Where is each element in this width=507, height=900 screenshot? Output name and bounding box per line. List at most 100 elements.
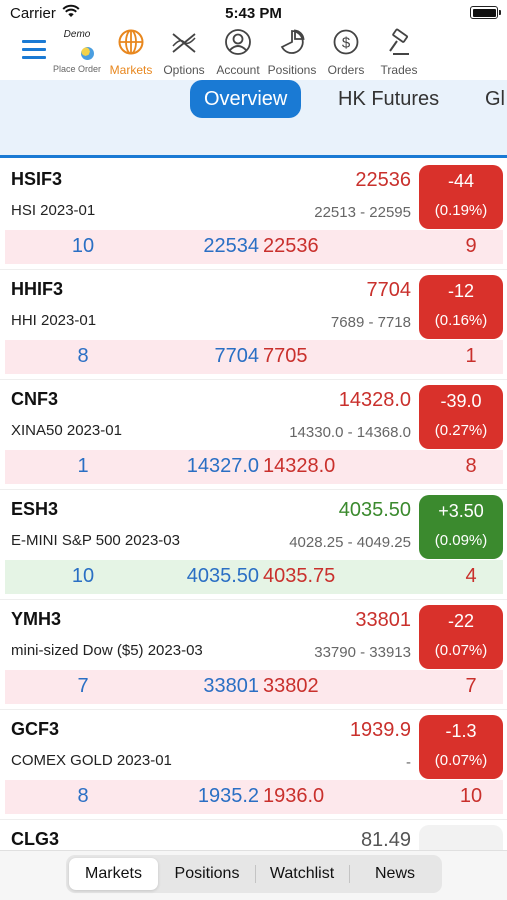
quote-list[interactable]: HSIF3 HSI 2023-01 22536 22513 - 22595 -4…: [0, 160, 507, 850]
toolbar-account[interactable]: Account: [211, 26, 265, 80]
segment-divider: [349, 865, 350, 883]
quote-row-cnf3[interactable]: CNF3 XINA50 2023-01 14328.0 14330.0 - 14…: [0, 380, 507, 490]
bid-price[interactable]: 7704: [215, 345, 260, 368]
bid-qty: 1: [77, 455, 89, 477]
ask-price[interactable]: 4035.75: [263, 565, 335, 588]
ask-qty: 7: [465, 675, 477, 697]
globe-icon: [118, 29, 144, 55]
bid-price[interactable]: 14327.0: [187, 455, 259, 478]
description: E-MINI S&P 500 2023-03: [11, 532, 180, 549]
quote-row-ymh3[interactable]: YMH3 mini-sized Dow ($5) 2023-03 33801 3…: [0, 600, 507, 710]
toolbar-markets-label: Markets: [109, 63, 153, 77]
toolbar-account-label: Account: [216, 63, 260, 77]
symbol: HSIF3: [11, 169, 63, 189]
bid-price[interactable]: 33801: [203, 675, 259, 698]
place-order-button[interactable]: Demo Place Order: [50, 26, 104, 80]
change-value: -44: [447, 171, 474, 191]
tab-hk-futures[interactable]: HK Futures: [338, 80, 439, 118]
place-order-label: Place Order: [52, 64, 102, 74]
bid-price[interactable]: 4035.50: [187, 565, 259, 588]
symbol: CLG3: [11, 829, 60, 849]
ask-qty: 8: [465, 455, 477, 477]
symbol: HHIF3: [11, 279, 64, 299]
ask-price[interactable]: 22536: [263, 235, 319, 258]
battery-icon: [470, 6, 501, 19]
change-percent: (0.27%): [434, 422, 488, 439]
quote-row-clg3[interactable]: CLG3 81.49: [0, 820, 507, 850]
bid-ask-bar[interactable]: 10 22534 22536 9: [5, 230, 503, 264]
ask-qty: 9: [465, 235, 477, 257]
quote-row-esh3[interactable]: ESH3 E-MINI S&P 500 2023-03 4035.50 4028…: [0, 490, 507, 600]
quote-row-gcf3[interactable]: GCF3 COMEX GOLD 2023-01 1939.9 - -1.3 (0.…: [0, 710, 507, 820]
tab-overview[interactable]: Overview: [190, 80, 302, 118]
ask-price[interactable]: 1936.0: [263, 785, 324, 808]
toolbar-orders[interactable]: $ Orders: [320, 26, 372, 80]
toolbar-trades[interactable]: Trades: [372, 26, 426, 80]
change-badge: -44 (0.19%): [419, 165, 503, 229]
bid-ask-bar[interactable]: 7 33801 33802 7: [5, 670, 503, 704]
change-value: -22: [447, 611, 474, 631]
segment-watchlist[interactable]: Watchlist: [257, 858, 347, 890]
bid-qty: 8: [77, 345, 89, 367]
bid-qty: 10: [71, 235, 95, 257]
segment-divider: [255, 865, 256, 883]
quote-row-hsif3[interactable]: HSIF3 HSI 2023-01 22536 22513 - 22595 -4…: [0, 160, 507, 270]
options-icon: [172, 33, 196, 53]
change-percent: (0.07%): [434, 642, 488, 659]
ask-price[interactable]: 33802: [263, 675, 319, 698]
toolbar-positions-label: Positions: [267, 63, 317, 77]
toolbar-options-label: Options: [163, 63, 205, 77]
segment-positions[interactable]: Positions: [161, 858, 253, 890]
description: HSI 2023-01: [11, 202, 96, 219]
change-badge: -39.0 (0.27%): [419, 385, 503, 449]
bid-price[interactable]: 1935.2: [198, 785, 259, 808]
ask-qty: 1: [465, 345, 477, 367]
clock: 5:43 PM: [225, 5, 282, 22]
trades-icon: [389, 28, 409, 55]
bid-ask-bar[interactable]: 1 14327.0 14328.0 8: [5, 450, 503, 484]
bid-ask-bar[interactable]: 8 7704 7705 1: [5, 340, 503, 374]
description: HHI 2023-01: [11, 312, 97, 329]
ask-price[interactable]: 7705: [263, 345, 308, 368]
last-price: 14328.0: [338, 389, 411, 411]
toolbar-trades-label: Trades: [380, 63, 418, 77]
change-value: -12: [447, 281, 474, 301]
symbol: GCF3: [11, 719, 60, 739]
demo-label: Demo: [63, 29, 91, 40]
bid-price[interactable]: 22534: [203, 235, 259, 258]
last-price: 4035.50: [338, 499, 411, 521]
change-percent: (0.07%): [434, 752, 488, 769]
last-price: 33801: [355, 609, 411, 631]
bottom-segmented-control: Markets Positions Watchlist News: [66, 855, 442, 893]
change-badge: -22 (0.07%): [419, 605, 503, 669]
change-percent: (0.09%): [434, 532, 488, 549]
bottom-bar: Markets Positions Watchlist News: [0, 850, 507, 900]
quote-row-hhif3[interactable]: HHIF3 HHI 2023-01 7704 7689 - 7718 -12 (0…: [0, 270, 507, 380]
toolbar-options[interactable]: Options: [158, 26, 210, 80]
toolbar-orders-label: Orders: [327, 63, 365, 77]
segment-news[interactable]: News: [351, 858, 439, 890]
ask-price[interactable]: 14328.0: [263, 455, 335, 478]
svg-text:$: $: [342, 35, 351, 52]
bid-ask-bar[interactable]: 10 4035.50 4035.75 4: [5, 560, 503, 594]
toolbar-markets[interactable]: Markets: [104, 26, 158, 80]
last-price: 1939.9: [349, 719, 411, 741]
change-badge: [419, 825, 503, 850]
menu-icon[interactable]: [22, 40, 46, 62]
market-tabs: Overview HK Futures Gl: [0, 80, 507, 158]
toolbar-positions[interactable]: Positions: [265, 26, 319, 80]
tab-global[interactable]: Gl: [485, 80, 505, 118]
symbol: CNF3: [11, 389, 59, 409]
day-range: 4028.25 - 4049.25: [289, 534, 411, 551]
change-percent: (0.16%): [434, 312, 488, 329]
ask-qty: 10: [459, 785, 483, 807]
change-badge: -1.3 (0.07%): [419, 715, 503, 779]
segment-markets[interactable]: Markets: [69, 858, 158, 890]
last-price: 81.49: [360, 829, 411, 850]
description: COMEX GOLD 2023-01: [11, 752, 172, 769]
day-range: 14330.0 - 14368.0: [289, 424, 411, 441]
day-range: 7689 - 7718: [330, 314, 411, 331]
change-percent: (0.19%): [434, 202, 488, 219]
bid-ask-bar[interactable]: 8 1935.2 1936.0 10: [5, 780, 503, 814]
day-range: -: [406, 754, 411, 771]
